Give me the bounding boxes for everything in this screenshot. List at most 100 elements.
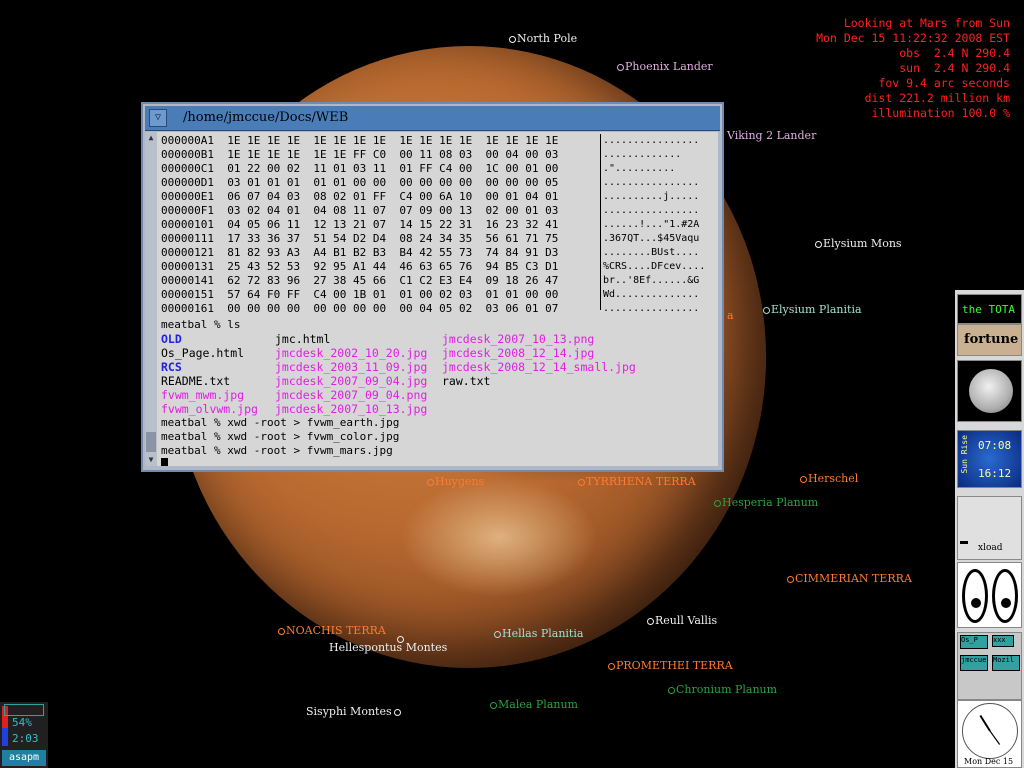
map-label: Huygens (427, 475, 484, 488)
ascii-row: ......!..."1.#2A (603, 219, 700, 230)
desktop-pager[interactable]: Os_P xxx jmccue Mozil (957, 632, 1022, 700)
hex-row: 00000111 17 33 36 37 51 54 D2 D4 08 24 3… (161, 232, 559, 245)
moon-icon (969, 369, 1013, 413)
map-label: Herschel (800, 472, 858, 485)
ls-entry: jmc.html (275, 332, 331, 346)
fortune-button[interactable]: fortune (957, 324, 1022, 356)
ls-entry: jmcdesk_2007_09_04.png (275, 388, 428, 402)
ascii-row: .".......... (603, 163, 676, 174)
xplanet-info: Looking at Mars from Sun Mon Dec 15 11:2… (816, 16, 1010, 121)
map-label: Reull Vallis (647, 614, 717, 627)
sunrise-time: 07:08 (978, 439, 1012, 452)
ls-entry: raw.txt (442, 374, 491, 388)
ascii-row: ........BUst.... (603, 247, 700, 258)
info-line: fov 9.4 arc seconds (878, 76, 1010, 90)
mem-bar (2, 728, 8, 746)
ascii-row: %CRS....DFcev.... (603, 261, 706, 272)
terminal-output[interactable]: 000000A1 1E 1E 1E 1E 1E 1E 1E 1E 1E 1E 1… (157, 132, 718, 466)
hex-row: 00000161 00 00 00 00 00 00 00 00 00 04 0… (161, 302, 559, 315)
map-label: NOACHIS TERRA (278, 624, 386, 637)
map-label: Chronium Planum (668, 683, 777, 696)
text-cursor (161, 458, 168, 466)
ls-entry: jmcdesk_2007_10_13.jpg (275, 402, 428, 416)
hex-row: 000000B1 1E 1E 1E 1E 1E 1E FF C0 00 11 0… (161, 148, 559, 161)
hexdump: 000000A1 1E 1E 1E 1E 1E 1E 1E 1E 1E 1E 1… (161, 134, 558, 316)
moon-phase-applet[interactable] (957, 360, 1022, 422)
system-monitor-applet[interactable]: 54% 2:03 asapm (0, 702, 48, 768)
pager-window[interactable]: Mozil (992, 655, 1020, 671)
ls-entry: fvwm_olvwm.jpg (161, 402, 258, 416)
sunrise-label: Sun Rise (960, 435, 969, 474)
hex-row: 000000F1 03 02 04 01 04 08 11 07 07 09 0… (161, 204, 559, 217)
shell-prompt: meatbal % ls (161, 318, 241, 331)
ticker-text: the TOTA (962, 303, 1015, 316)
hex-row: 000000C1 01 22 00 02 11 01 03 11 01 FF C… (161, 162, 559, 175)
map-label: TYRRHENA TERRA (578, 475, 696, 488)
sunrise-applet[interactable]: Sun Rise 07:08 16:12 (957, 430, 1022, 488)
clock-date: Mon Dec 15 (964, 757, 1014, 766)
pupil (1001, 598, 1011, 608)
eye-icon (962, 569, 988, 623)
window-title: /home/jmccue/Docs/WEB (183, 110, 349, 125)
ticker-applet[interactable]: the TOTA (957, 294, 1022, 324)
load-bar (960, 541, 968, 544)
hex-row: 000000D1 03 01 01 01 01 01 00 00 00 00 0… (161, 176, 559, 189)
clock-face-icon (962, 703, 1018, 759)
xeyes-applet[interactable] (957, 562, 1022, 628)
battery-icon (4, 704, 44, 716)
map-label: Sisyphi Montes (306, 705, 402, 718)
ls-entry: OLD (161, 332, 182, 346)
ascii-row: ................ (603, 205, 700, 216)
pager-window[interactable]: xxx (992, 635, 1014, 647)
scroll-down-icon[interactable]: ▼ (146, 455, 156, 465)
ls-entry: jmcdesk_2002_10_20.jpg (275, 346, 428, 360)
hex-row: 00000151 57 64 F0 FF C4 00 1B 01 01 00 0… (161, 288, 559, 301)
map-label: Hesperia Planum (714, 496, 818, 509)
ascii-row: ..........j..... (603, 191, 700, 202)
info-line: dist 221.2 million km (864, 91, 1010, 105)
scroll-up-icon[interactable]: ▲ (146, 133, 156, 143)
map-label: CIMMERIAN TERRA (787, 572, 912, 585)
map-label: PROMETHEI TERRA (608, 659, 733, 672)
hex-row: 00000141 62 72 83 96 27 38 45 66 C1 C2 E… (161, 274, 559, 287)
map-label: Viking 2 Lander (727, 129, 817, 142)
window-menu-button[interactable]: ▽ (149, 109, 167, 127)
shell-command: meatbal % xwd -root > fvwm_color.jpg (161, 430, 400, 443)
info-line: obs 2.4 N 290.4 (899, 46, 1010, 60)
battery-time: 2:03 (12, 732, 39, 745)
ls-entry: jmcdesk_2008_12_14_small.jpg (442, 360, 636, 374)
xload-label: xload (978, 543, 1003, 553)
ls-entry: jmcdesk_2007_09_04.jpg (275, 374, 428, 388)
map-label: Phoenix Lander (617, 60, 713, 73)
fortune-label: fortune (964, 332, 1019, 347)
ls-entry: fvwm_mwm.jpg (161, 388, 245, 402)
map-label: Elysium Mons (815, 237, 902, 250)
info-line: sun 2.4 N 290.4 (899, 61, 1010, 75)
eye-icon (992, 569, 1018, 623)
wharf-dock: the TOTA fortune Sun Rise 07:08 16:12 xl… (955, 290, 1024, 768)
map-label: Hellespontus Montes (329, 641, 448, 654)
ls-entry: README.txt (161, 374, 231, 388)
sunset-time: 16:12 (978, 467, 1012, 480)
ascii-row: Wd.............. (603, 289, 700, 300)
ls-entry: RCS (161, 360, 182, 374)
hex-row: 00000121 81 82 93 A3 A4 B1 B2 B3 B4 42 5… (161, 246, 559, 259)
map-label: North Pole (509, 32, 577, 45)
info-line: Looking at Mars from Sun (843, 16, 1010, 30)
window-titlebar[interactable]: ▽ /home/jmccue/Docs/WEB (145, 106, 720, 131)
xload-applet[interactable]: xload (957, 496, 1022, 560)
apm-label: asapm (2, 750, 46, 766)
hex-ascii-column: ................ ............. .".......… (600, 134, 718, 314)
hex-row: 000000A1 1E 1E 1E 1E 1E 1E 1E 1E 1E 1E 1… (161, 134, 559, 147)
ascii-row: ................ (603, 135, 700, 146)
xterm-window[interactable]: ▽ /home/jmccue/Docs/WEB ▲ ▼ 000000A1 1E … (141, 102, 724, 472)
pager-window[interactable]: Os_P (960, 635, 988, 649)
analog-clock[interactable]: Mon Dec 15 (957, 700, 1022, 768)
hex-row: 000000E1 06 07 04 03 08 02 01 FF C4 00 6… (161, 190, 559, 203)
ascii-row: ............. (603, 149, 682, 160)
ascii-row: .367QT...$45Vaqu (603, 233, 700, 244)
pager-window[interactable]: jmccue (960, 655, 988, 671)
ls-entry: jmcdesk_2007_10_13.png (442, 332, 595, 346)
ascii-row: br..'8Ef......&G (603, 275, 700, 286)
scrollbar-thumb[interactable] (146, 432, 156, 452)
